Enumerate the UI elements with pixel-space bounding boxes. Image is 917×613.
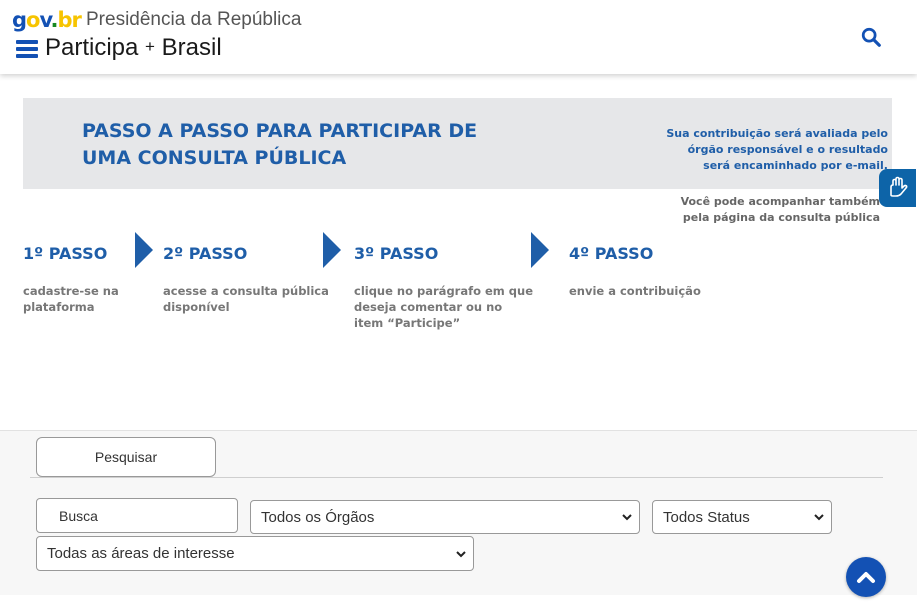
banner-header-strip: PASSO A PASSO PARA PARTICIPAR DE UMA CON…: [23, 98, 892, 189]
divider: [30, 477, 883, 478]
search-input-wrapper: [36, 498, 238, 533]
areas-interesse-select[interactable]: Todas as áreas de interesse: [36, 536, 474, 571]
search-input[interactable]: [37, 499, 237, 532]
step-by-step-banner: PASSO A PASSO PARA PARTICIPAR DE UMA CON…: [0, 74, 917, 430]
chevron-down-icon: [456, 550, 466, 557]
step-arrow-icon: [135, 232, 153, 268]
site-header: gov.br Presidência da República Particip…: [0, 0, 917, 74]
vlibras-accessibility-button[interactable]: [879, 169, 916, 207]
banner-note: Sua contribuição será avaliada pelo órgã…: [666, 127, 888, 172]
step-3: 3º PASSO clique no parágrafo em que dese…: [354, 244, 534, 330]
org-name: Presidência da República: [86, 9, 302, 30]
banner-title: PASSO A PASSO PARA PARTICIPAR DE UMA CON…: [82, 120, 478, 169]
back-to-top-button[interactable]: [846, 557, 886, 597]
chevron-up-icon: [857, 572, 875, 583]
step-4: 4º PASSO envie a contribuição: [569, 244, 701, 298]
menu-button[interactable]: [16, 40, 38, 58]
step-arrow-icon: [323, 232, 341, 268]
search-button[interactable]: [860, 26, 884, 50]
hand-sign-language-icon: [889, 176, 907, 197]
govbr-logo[interactable]: gov.br: [12, 8, 82, 32]
hamburger-menu-icon: [16, 40, 38, 44]
site-title[interactable]: Participa + Brasil: [45, 34, 222, 62]
step-arrow-icon: [531, 232, 549, 268]
chevron-down-icon: [622, 514, 632, 521]
banner-note-follow: Você pode acompanhar também pela página …: [680, 195, 880, 224]
filter-section: Pesquisar Todos os Órgãos Todos Status T…: [0, 430, 917, 595]
status-select[interactable]: Todos Status: [652, 500, 832, 534]
orgaos-select[interactable]: Todos os Órgãos: [250, 500, 640, 534]
chevron-down-icon: [814, 514, 824, 521]
step-1: 1º PASSO cadastre-se na plataforma: [23, 244, 119, 314]
search-icon: [861, 27, 881, 47]
tab-pesquisar[interactable]: Pesquisar: [36, 437, 216, 477]
step-2: 2º PASSO acesse a consulta pública dispo…: [163, 244, 329, 314]
